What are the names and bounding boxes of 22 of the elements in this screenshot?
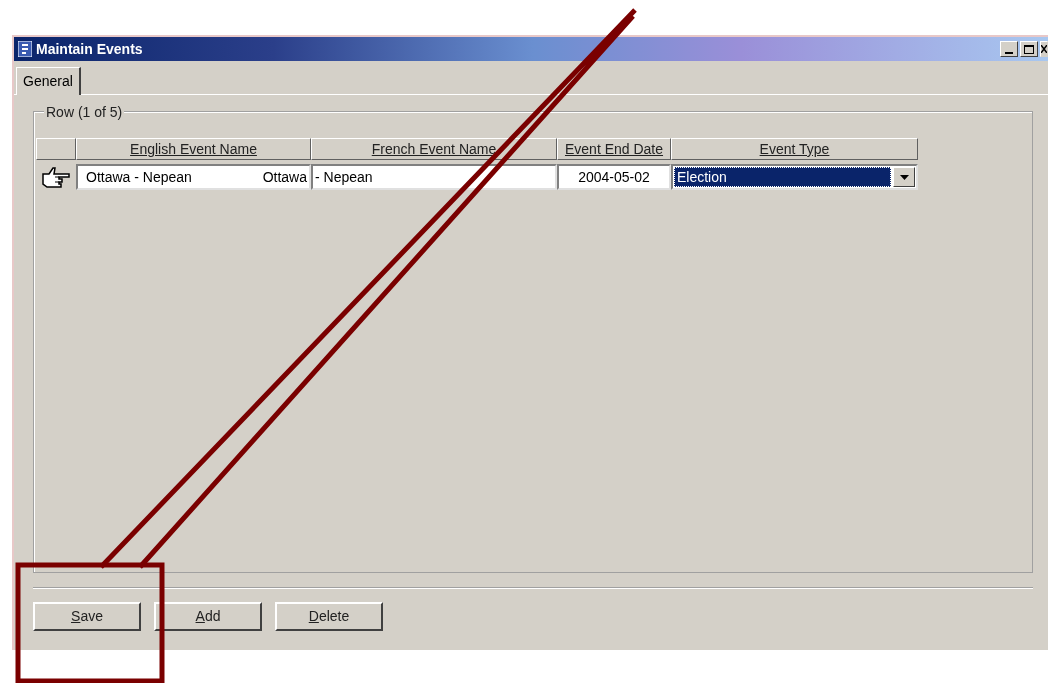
tab[interactable]: General	[16, 67, 81, 95]
minimize-button[interactable]	[1000, 41, 1018, 57]
minimize-icon	[1005, 52, 1013, 54]
event-type-dropdown[interactable]: Election	[671, 164, 918, 190]
column-header[interactable]: English Event Name	[76, 138, 311, 160]
action-button[interactable]: Add	[154, 602, 262, 631]
close-icon	[1041, 45, 1047, 53]
cell-text: Ottawa - Nepean	[86, 167, 192, 187]
action-button[interactable]: Save	[33, 602, 141, 631]
window-title: Maintain Events	[36, 39, 143, 59]
column-header[interactable]: Event End Date	[557, 138, 671, 160]
table-cell: 2004-05-02	[557, 164, 671, 190]
app-icon	[18, 41, 32, 57]
overflow-text: Ottawa	[262, 167, 307, 187]
row-header-corner	[36, 138, 76, 160]
maximize-icon	[1024, 44, 1034, 54]
action-button[interactable]: Delete	[275, 602, 383, 631]
close-button[interactable]	[1040, 41, 1048, 57]
column-header[interactable]: French Event Name	[311, 138, 557, 160]
table-cell: - Nepean	[311, 164, 557, 190]
maximize-button[interactable]	[1020, 41, 1038, 57]
column-header[interactable]: Event Type	[671, 138, 918, 160]
